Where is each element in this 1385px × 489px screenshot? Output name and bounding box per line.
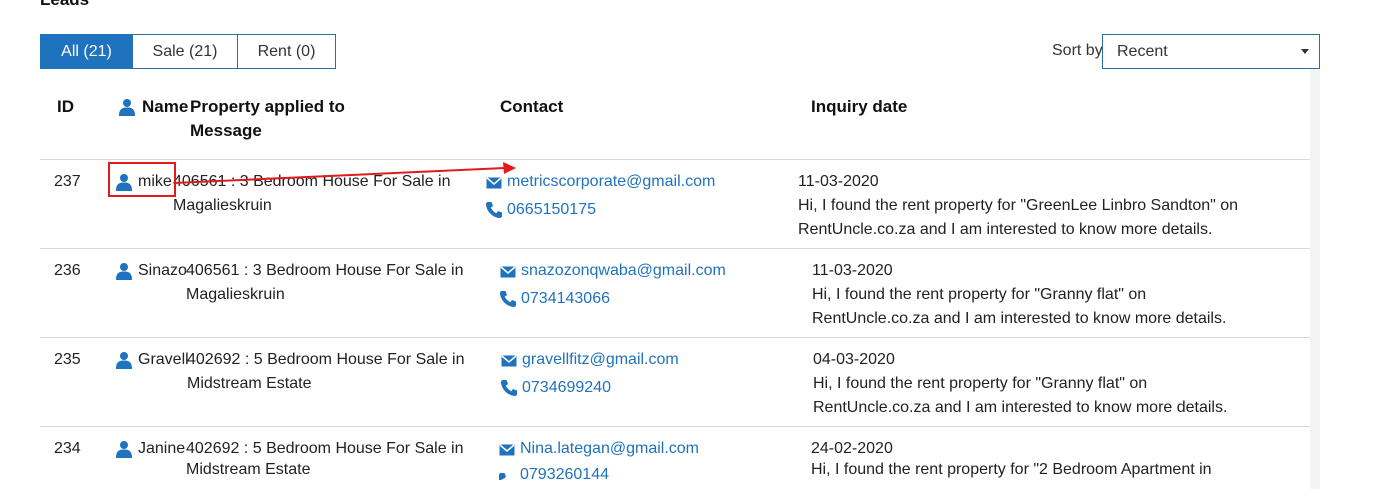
lead-property: 402692 : 5 Bedroom House For Sale in	[187, 351, 465, 368]
page-title: Leads	[40, 0, 89, 10]
lead-property-location: Midstream Estate	[187, 375, 312, 392]
column-header-name: Name	[142, 97, 189, 116]
lead-phone-link[interactable]: 0734143066	[521, 287, 610, 311]
phone-icon	[499, 290, 517, 313]
sort-select[interactable]: Recent	[1102, 34, 1320, 69]
tab-sale[interactable]: Sale (21)	[132, 34, 238, 69]
sort-label: Sort by	[1052, 42, 1103, 59]
sort-selected-value: Recent	[1117, 42, 1168, 60]
lead-email-link[interactable]: Nina.lategan@gmail.com	[520, 437, 699, 461]
lead-email-link[interactable]: snazozonqwaba@gmail.com	[521, 259, 726, 283]
mail-icon	[501, 354, 517, 372]
lead-email-link[interactable]: gravellfitz@gmail.com	[522, 348, 679, 372]
user-icon	[119, 98, 135, 121]
mail-icon	[499, 443, 515, 461]
lead-id: 234	[54, 440, 81, 457]
user-icon	[116, 351, 132, 374]
lead-property: 406561 : 3 Bedroom House For Sale in	[186, 262, 464, 279]
annotation-highlight-box	[108, 162, 176, 197]
inquiry-date: 11-03-2020	[798, 173, 879, 190]
lead-property-location: Magalieskruin	[186, 286, 285, 303]
annotation-arrow	[173, 162, 516, 184]
lead-phone-link[interactable]: 0665150175	[507, 198, 596, 222]
column-header-contact: Contact	[500, 97, 564, 116]
chevron-down-icon	[1301, 49, 1309, 54]
mail-icon	[500, 265, 516, 283]
inquiry-message-cont: RentUncle.co.za and I am interested to k…	[798, 221, 1213, 238]
phone-icon	[485, 201, 503, 224]
inquiry-date: 04-03-2020	[813, 351, 895, 368]
column-header-id: ID	[57, 97, 74, 116]
lead-property-location: Midstream Estate	[186, 461, 311, 478]
column-header-inquiry-date: Inquiry date	[811, 97, 908, 116]
phone-icon	[500, 379, 518, 402]
inquiry-message-cont: RentUncle.co.za and I am interested to k…	[813, 399, 1228, 416]
inquiry-message-cont: RentUncle.co.za and I am interested to k…	[812, 310, 1227, 327]
column-header-property: Property applied to	[190, 97, 345, 116]
inquiry-message: Hi, I found the rent property for "Grann…	[812, 286, 1147, 303]
user-icon	[116, 440, 132, 463]
phone-icon	[498, 467, 516, 485]
lead-id: 235	[54, 351, 81, 368]
divider	[40, 426, 1310, 427]
lead-phone-link[interactable]: 0734699240	[522, 376, 611, 400]
tab-rent[interactable]: Rent (0)	[237, 34, 336, 69]
lead-id: 237	[54, 173, 81, 190]
user-icon	[116, 262, 132, 285]
lead-id: 236	[54, 262, 81, 279]
inquiry-message: Hi, I found the rent property for "2 Bed…	[811, 461, 1212, 478]
inquiry-message: Hi, I found the rent property for "Green…	[798, 197, 1239, 214]
column-header-message: Message	[190, 121, 262, 140]
inquiry-date: 11-03-2020	[812, 262, 893, 279]
lead-name: Janine	[138, 440, 186, 457]
divider	[40, 248, 1310, 249]
lead-phone-link[interactable]: 0793260144	[520, 463, 609, 487]
lead-name: Sinazo	[138, 262, 187, 279]
inquiry-message: Hi, I found the rent property for "Grann…	[813, 375, 1148, 392]
lead-filter-tabs: All (21) Sale (21) Rent (0)	[40, 34, 336, 69]
lead-property-location: Magalieskruin	[173, 197, 272, 214]
lead-email-link[interactable]: metricscorporate@gmail.com	[507, 170, 715, 194]
lead-name: Gravell	[138, 351, 189, 368]
divider	[40, 337, 1310, 338]
tab-all[interactable]: All (21)	[40, 34, 133, 69]
